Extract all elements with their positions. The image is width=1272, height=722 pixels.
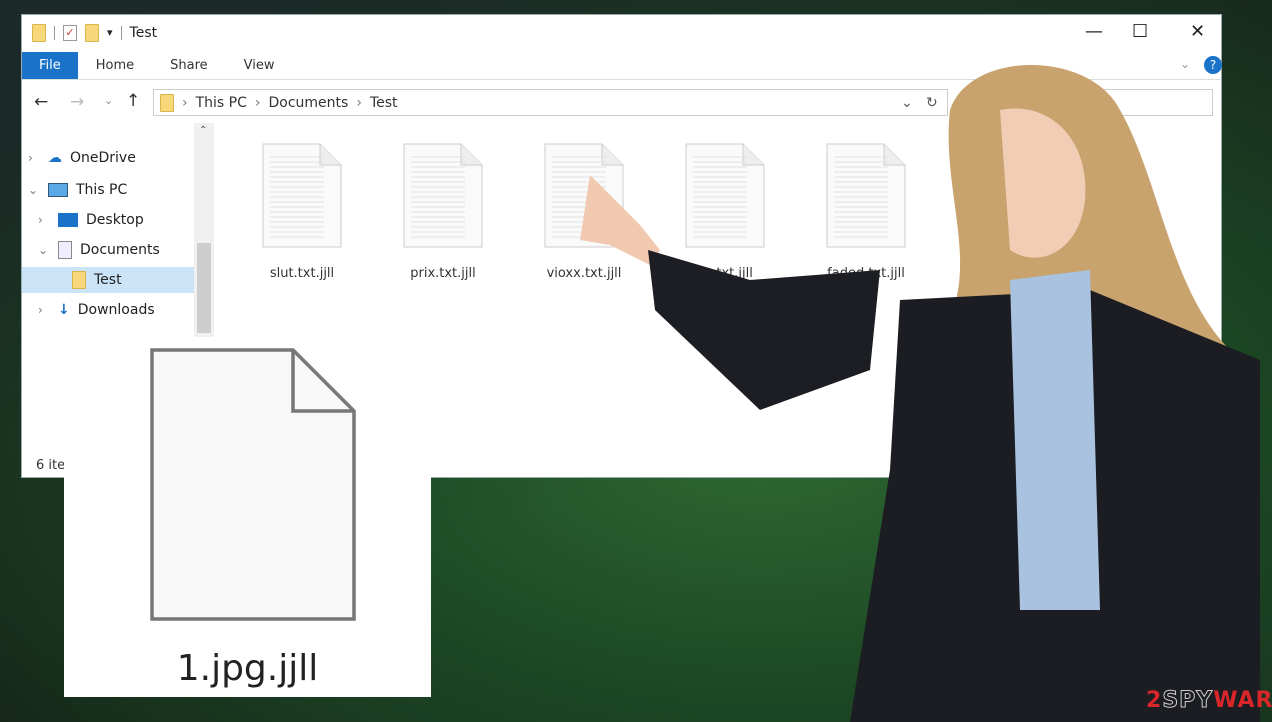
file-name: prix.txt.jjll (410, 266, 476, 281)
nav-item-test[interactable]: Test (22, 267, 194, 293)
window-title: Test (129, 24, 158, 41)
nav-item-downloads[interactable]: › ↓ Downloads (38, 297, 210, 323)
minimize-button[interactable]: — (1085, 21, 1103, 42)
up-button[interactable]: ↑ (126, 91, 140, 111)
close-button[interactable]: ✕ (1190, 21, 1205, 42)
featured-file-card: 1.jpg.jjll (64, 338, 431, 697)
nav-scrollbar[interactable]: ⌃ (194, 123, 214, 337)
documents-icon (58, 241, 72, 259)
folder-icon (160, 93, 174, 112)
blank-file-icon (150, 348, 356, 621)
onedrive-icon: ☁ (48, 150, 62, 166)
nav-item-onedrive[interactable]: › ☁ OneDrive (28, 145, 200, 171)
tab-home[interactable]: Home (78, 52, 152, 79)
tab-view[interactable]: View (226, 52, 293, 79)
download-icon: ↓ (58, 302, 70, 318)
nav-item-this-pc[interactable]: ⌄ This PC (28, 177, 200, 203)
forward-button[interactable]: → (70, 92, 84, 112)
text-file-icon (262, 143, 342, 248)
featured-file-name: 1.jpg.jjll (176, 648, 319, 689)
text-file-icon (403, 143, 483, 248)
file-item[interactable]: slut.txt.jjll (242, 143, 362, 281)
file-item[interactable]: prix.txt.jjll (383, 143, 503, 281)
file-name: slut.txt.jjll (269, 266, 335, 281)
folder-icon (32, 23, 46, 42)
desktop-icon (58, 213, 78, 227)
nav-item-desktop[interactable]: › Desktop (38, 207, 210, 233)
new-folder-icon[interactable] (85, 23, 99, 42)
2spyware-logo: 2SPYWARE (1146, 688, 1272, 714)
nav-item-documents[interactable]: ⌄ Documents (38, 237, 210, 263)
folder-icon (72, 271, 86, 289)
breadcrumb-test[interactable]: Test (370, 95, 398, 111)
properties-icon[interactable]: ✓ (63, 24, 77, 41)
breadcrumb-this-pc[interactable]: This PC (196, 95, 247, 111)
scrollbar-thumb[interactable] (197, 243, 211, 333)
presenter-woman-image (580, 65, 1260, 722)
computer-icon (48, 183, 68, 197)
tab-share[interactable]: Share (152, 52, 226, 79)
breadcrumb-documents[interactable]: Documents (269, 95, 349, 111)
customize-toolbar-icon[interactable]: ▾ (107, 26, 113, 39)
tab-file[interactable]: File (22, 52, 78, 79)
maximize-button[interactable]: ☐ (1132, 21, 1148, 42)
title-bar: ✓ ▾ Test — ☐ ✕ (22, 15, 1221, 50)
recent-locations-button[interactable]: ⌄ (104, 94, 113, 107)
back-button[interactable]: ← (34, 92, 48, 112)
